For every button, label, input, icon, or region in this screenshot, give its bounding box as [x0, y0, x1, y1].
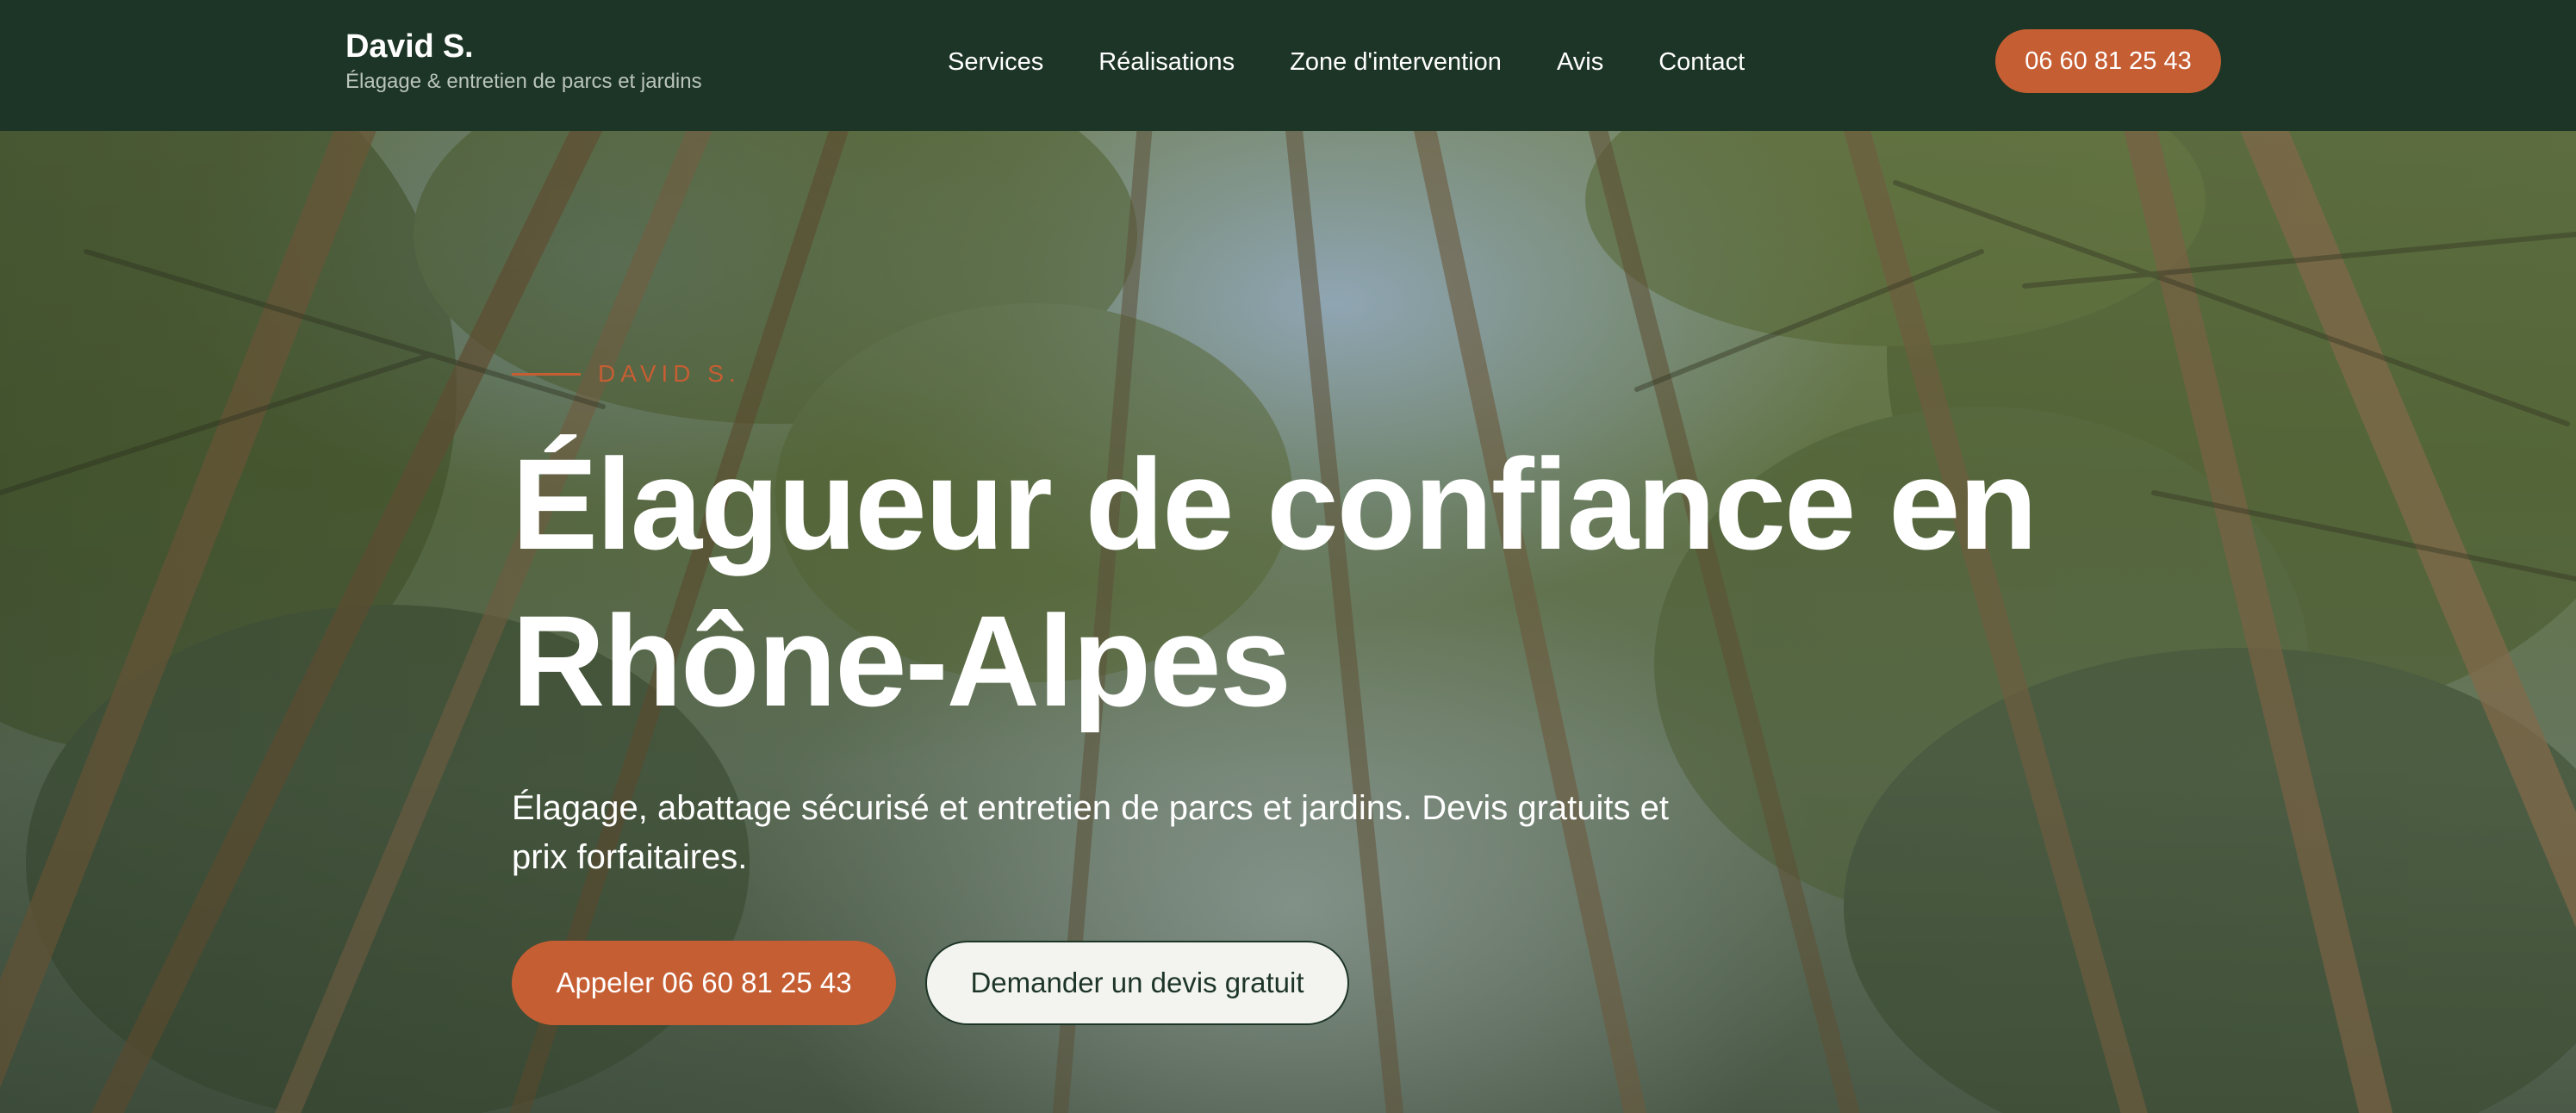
nav-item-avis[interactable]: Avis	[1557, 43, 1603, 81]
nav-item-zone[interactable]: Zone d'intervention	[1290, 43, 1502, 81]
header-phone-button[interactable]: 06 60 81 25 43	[1995, 29, 2221, 93]
hero-eyebrow: DAVID S.	[512, 357, 2149, 391]
nav-item-services[interactable]: Services	[948, 43, 1043, 81]
eyebrow-rule	[512, 372, 581, 376]
quote-request-button[interactable]: Demander un devis gratuit	[925, 941, 1349, 1025]
nav-item-realisations[interactable]: Réalisations	[1098, 43, 1235, 81]
brand-tagline: Élagage & entretien de parcs et jardins	[345, 70, 702, 93]
nav-item-contact[interactable]: Contact	[1658, 43, 1745, 81]
hero-subtitle: Élagage, abattage sécurisé et entretien …	[512, 789, 1669, 876]
main-nav: Services Réalisations Zone d'interventio…	[948, 43, 1745, 81]
call-button[interactable]: Appeler 06 60 81 25 43	[512, 941, 896, 1025]
brand[interactable]: David S. Élagage & entretien de parcs et…	[345, 26, 702, 95]
brand-name[interactable]: David S.	[345, 26, 702, 67]
hero-title: Élagueur de confiance en Rhône-Alpes	[512, 432, 2038, 733]
eyebrow-label: DAVID S.	[598, 360, 741, 387]
hero-content: DAVID S. Élagueur de confiance en Rhône-…	[512, 357, 2149, 1025]
hero-cta-group: Appeler 06 60 81 25 43 Demander un devis…	[512, 941, 2149, 1025]
site-header: David S. Élagage & entretien de parcs et…	[0, 0, 2576, 131]
hero-section: DAVID S. Élagueur de confiance en Rhône-…	[0, 131, 2576, 1113]
